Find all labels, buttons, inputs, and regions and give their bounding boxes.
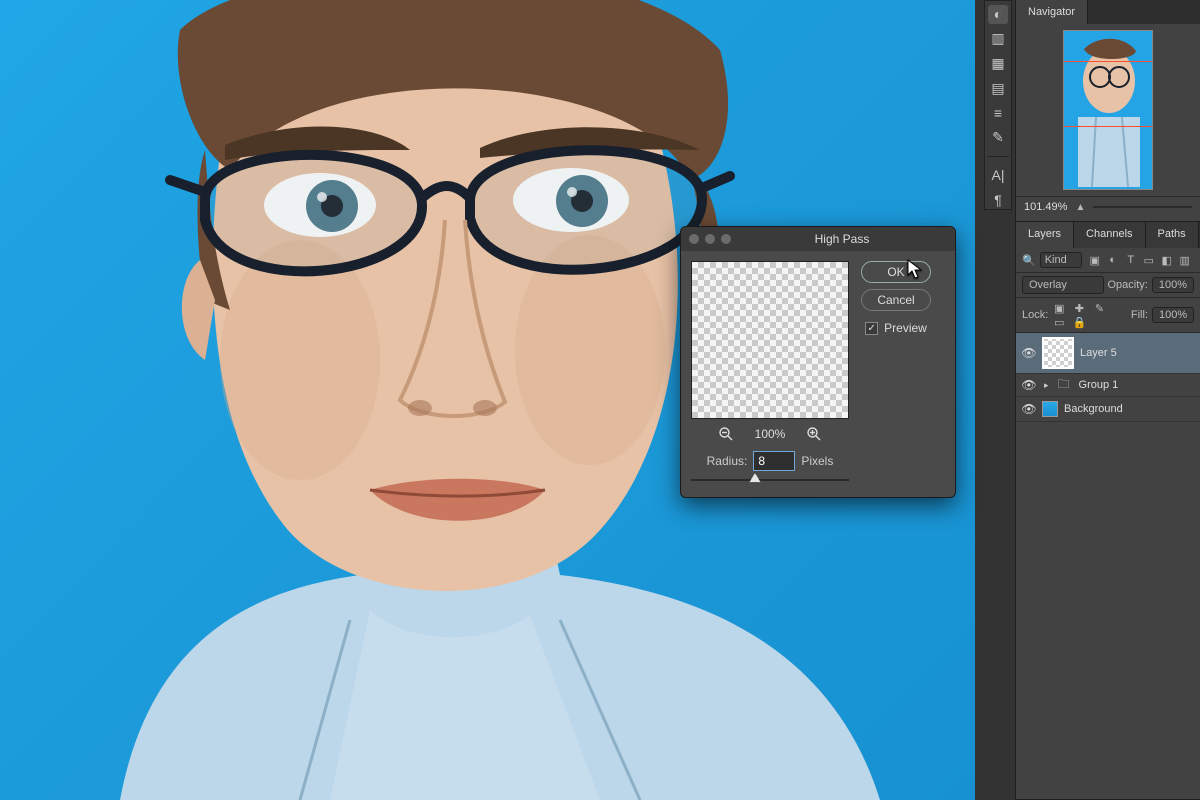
tab-navigator[interactable]: Navigator (1016, 0, 1088, 24)
layer-row[interactable]: 👁 ▸ 🗀 Group 1 (1016, 374, 1200, 397)
visibility-icon[interactable]: 👁 (1022, 378, 1036, 392)
navigator-thumbnail[interactable] (1063, 30, 1153, 190)
lock-all-icon[interactable]: 🔒 (1072, 315, 1086, 329)
right-panel-column: Navigator 101.49% ▲ Layers (1015, 0, 1200, 800)
radius-input[interactable] (753, 451, 795, 471)
layer-thumbnail[interactable] (1042, 401, 1058, 417)
opacity-label: Opacity: (1108, 279, 1148, 291)
dialog-title: High Pass (737, 232, 947, 246)
window-dot (705, 234, 715, 244)
dialog-titlebar[interactable]: High Pass (681, 227, 955, 251)
layer-thumbnail[interactable] (1042, 337, 1074, 369)
fill-value[interactable]: 100% (1152, 307, 1194, 323)
preview-checkbox[interactable]: ✓ (865, 322, 878, 335)
mini-panels-toolbar: ◐ ▥ ▦ ▤ ≡ ✎ A| ¶ (984, 0, 1012, 210)
layer-name[interactable]: Group 1 (1079, 379, 1119, 391)
opacity-value[interactable]: 100% (1152, 277, 1194, 293)
zoom-out-icon[interactable]: ▲ (1075, 202, 1085, 213)
properties-icon[interactable]: ≡ (988, 104, 1008, 123)
type-filter-icon[interactable]: T (1124, 253, 1138, 267)
layers-panel: Layers Channels Paths 🔍 Kind ▣ ◐ T ▭ ◧ ▥… (1016, 222, 1200, 800)
cancel-button[interactable]: Cancel (861, 289, 931, 311)
radius-slider[interactable] (691, 473, 849, 487)
layer-filter-kind[interactable]: 🔍 Kind (1022, 252, 1082, 268)
tab-channels[interactable]: Channels (1074, 222, 1145, 248)
lock-artboard-icon[interactable]: ▭ (1052, 315, 1066, 329)
adjust-filter-icon[interactable]: ◐ (1106, 253, 1120, 267)
radius-unit: Pixels (801, 454, 833, 468)
layer-row[interactable]: 👁 Background (1016, 397, 1200, 422)
toolbar-separator (987, 156, 1009, 157)
preview-checkbox-label: Preview (884, 321, 927, 335)
folder-icon: 🗀 (1055, 378, 1073, 392)
zoom-out-icon[interactable] (717, 425, 735, 443)
swatches-icon[interactable]: ▦ (988, 54, 1008, 73)
navigator-panel: Navigator 101.49% ▲ (1016, 0, 1200, 222)
nav-thumb-image (1064, 31, 1153, 190)
lock-brush-icon[interactable]: ✎ (1092, 301, 1106, 315)
navigator-zoom-slider[interactable] (1093, 206, 1192, 208)
navigator-zoom-value: 101.49% (1024, 201, 1067, 213)
smart-filter-icon[interactable]: ◧ (1160, 253, 1174, 267)
brush-icon[interactable]: ✎ (988, 128, 1008, 147)
lock-pixels-icon[interactable]: ▣ (1052, 301, 1066, 315)
layer-list: 👁 Layer 5 👁 ▸ 🗀 Group 1 👁 Background (1016, 333, 1200, 799)
visibility-icon[interactable]: 👁 (1022, 402, 1036, 416)
filter-preview[interactable] (691, 261, 849, 419)
ok-button[interactable]: OK (861, 261, 931, 283)
zoom-in-icon[interactable] (805, 425, 823, 443)
slider-handle-icon[interactable] (749, 473, 761, 483)
histogram-icon[interactable]: ▥ (988, 30, 1008, 49)
fill-label: Fill: (1131, 309, 1148, 321)
lock-label: Lock: (1022, 309, 1048, 321)
tab-paths[interactable]: Paths (1146, 222, 1199, 248)
high-pass-dialog[interactable]: High Pass 100% Radius: Pixels (680, 226, 956, 498)
layer-row[interactable]: 👁 Layer 5 (1016, 333, 1200, 374)
tab-layers[interactable]: Layers (1016, 222, 1074, 248)
visibility-icon[interactable]: 👁 (1022, 346, 1036, 360)
shape-filter-icon[interactable]: ▭ (1142, 253, 1156, 267)
search-icon: 🔍 (1022, 254, 1036, 267)
radius-label: Radius: (707, 454, 748, 468)
group-disclosure-icon[interactable]: ▸ (1044, 380, 1049, 391)
styles-icon[interactable]: ▤ (988, 79, 1008, 98)
paragraph-icon[interactable]: ¶ (988, 190, 1008, 209)
layer-name[interactable]: Layer 5 (1080, 347, 1117, 359)
window-dot (689, 234, 699, 244)
window-dot (721, 234, 731, 244)
layer-name[interactable]: Background (1064, 403, 1123, 415)
image-filter-icon[interactable]: ▣ (1088, 253, 1102, 267)
adjustments-icon[interactable]: ◐ (988, 5, 1008, 24)
blend-mode-select[interactable]: Overlay (1022, 276, 1104, 294)
preview-zoom-value: 100% (755, 427, 786, 441)
clip-filter-icon[interactable]: ▥ (1178, 253, 1192, 267)
character-icon[interactable]: A| (988, 166, 1008, 185)
lock-position-icon[interactable]: ✚ (1072, 301, 1086, 315)
